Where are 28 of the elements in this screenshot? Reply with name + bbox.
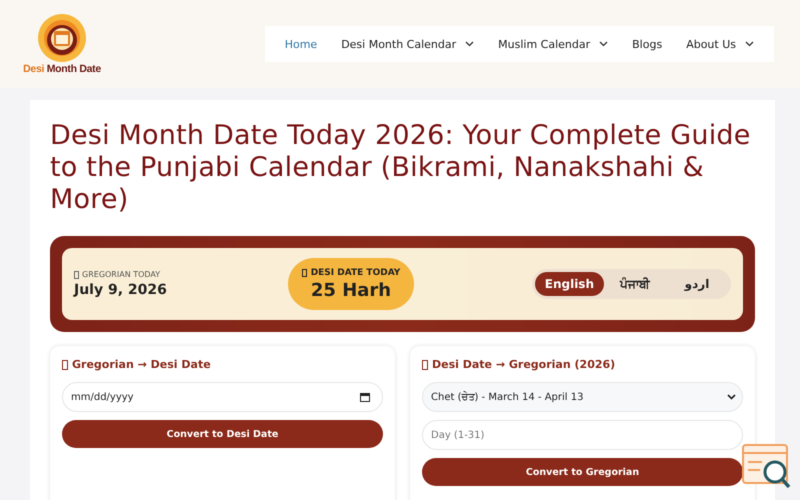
language-tab[interactable]: اردو (666, 272, 728, 296)
date-field[interactable]: mm/dd/yyyy (62, 382, 383, 412)
converter-heading: Desi Date → Gregorian (2026) (432, 358, 616, 371)
nav-link[interactable]: Home (272, 38, 330, 50)
language-tab[interactable]: English (534, 272, 604, 296)
logo-text: Desi Month Date (23, 63, 101, 75)
page-title: Desi Month Date Today 2026: Your Complete Guide to the Punjabi Calendar (Bikrami, Nanakshahi & More) (50, 120, 752, 216)
converter-heading: Gregorian → Desi Date (72, 358, 211, 371)
box-icon (62, 360, 68, 370)
box-icon (422, 360, 428, 370)
month-select[interactable]: Chet (ਚੇਤ) - March 14 - April 13 (422, 382, 743, 412)
convert-button[interactable]: Convert to Gregorian (422, 458, 743, 486)
convert-button[interactable]: Convert to Desi Date (62, 420, 383, 448)
desi-label: DESI DATE TODAY (310, 268, 400, 278)
gregorian-date: July 9, 2026 (74, 282, 168, 298)
calendar-icon (360, 392, 370, 402)
nav-link[interactable]: Desi Month Calendar (329, 38, 486, 50)
box-icon (74, 270, 79, 278)
nav-link[interactable]: Blogs (620, 38, 674, 50)
box-icon (302, 268, 307, 276)
desi-date: 25 Harh (310, 280, 392, 300)
chevron-icon (727, 394, 736, 400)
day-field[interactable]: Day (1-31) (422, 420, 743, 450)
search-icon[interactable] (742, 444, 792, 490)
nav-link[interactable]: About Us (674, 38, 766, 50)
gregorian-label: GREGORIAN TODAY (82, 270, 160, 279)
nav-link[interactable]: Muslim Calendar (486, 38, 620, 50)
language-tab[interactable]: ਪੰਜਾਬੀ (604, 272, 666, 296)
